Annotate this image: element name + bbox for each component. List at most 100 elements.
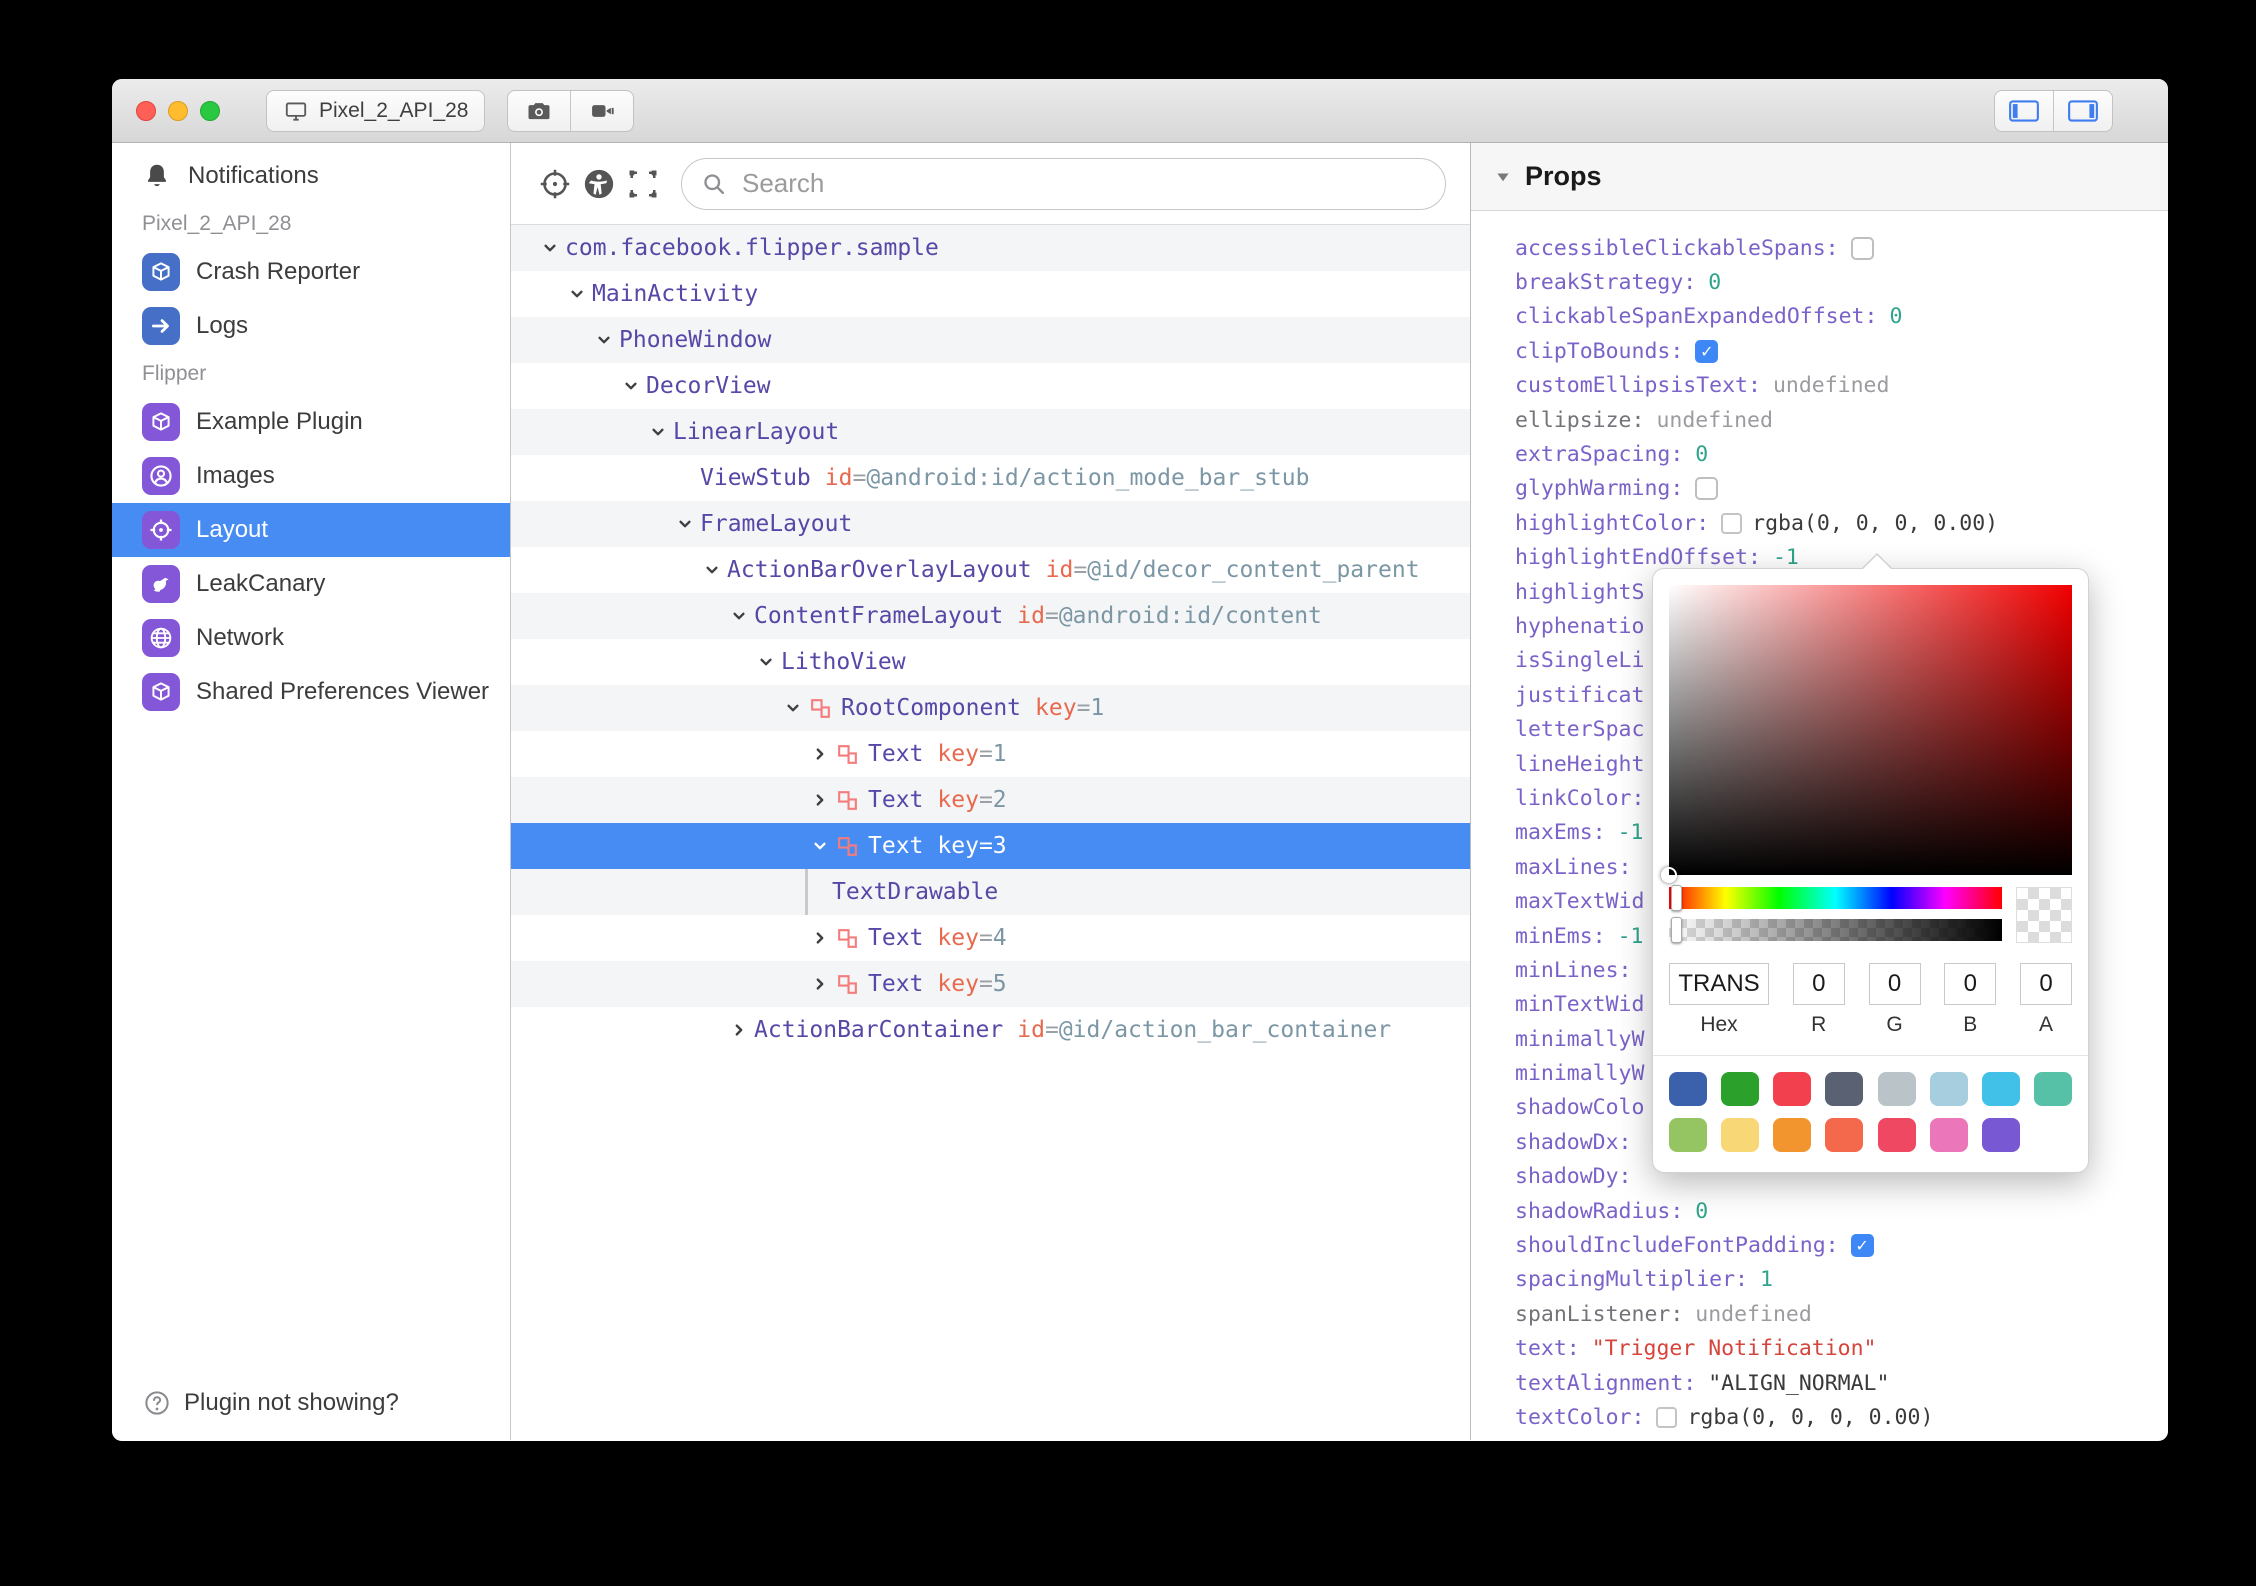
- accessibility-mode-button[interactable]: [577, 162, 621, 206]
- tree-row[interactable]: MainActivity: [511, 271, 1470, 317]
- chevron-down-icon[interactable]: [589, 329, 619, 351]
- color-swatch[interactable]: [1981, 1072, 2020, 1106]
- prop-checkbox[interactable]: ✓: [1695, 339, 1719, 363]
- chevron-right-icon[interactable]: [724, 1019, 754, 1041]
- toggle-right-sidebar-button[interactable]: [2053, 90, 2112, 131]
- color-swatch[interactable]: [1721, 1072, 1760, 1106]
- saturation-area[interactable]: [1661, 585, 2072, 883]
- color-swatch[interactable]: [1929, 1118, 1968, 1152]
- prop-color-swatch[interactable]: [1721, 512, 1743, 534]
- prop-name: textColor:: [1515, 1404, 1645, 1430]
- sidebar-item-leakcanary[interactable]: LeakCanary: [112, 557, 510, 611]
- tree-row[interactable]: ActionBarContainer id=@id/action_bar_cont…: [511, 1007, 1470, 1053]
- zoom-button[interactable]: [200, 100, 220, 121]
- green-input[interactable]: [1868, 963, 1921, 1005]
- tree-row[interactable]: Text key=3: [511, 823, 1470, 869]
- hue-slider[interactable]: [1669, 885, 2002, 911]
- sidebar-item-images[interactable]: Images: [112, 449, 510, 503]
- props-header[interactable]: Props: [1471, 143, 2168, 211]
- target-mode-button[interactable]: [533, 162, 577, 206]
- layout-toolbar: [511, 143, 1470, 225]
- tree-row[interactable]: RootComponent key=1: [511, 685, 1470, 731]
- alpha-slider-handle[interactable]: [1671, 917, 1682, 943]
- color-swatch[interactable]: [1721, 1118, 1760, 1152]
- saturation-cursor[interactable]: [1661, 867, 1677, 883]
- close-button[interactable]: [136, 100, 156, 121]
- color-swatch[interactable]: [1877, 1072, 1916, 1106]
- color-swatch[interactable]: [1773, 1072, 1812, 1106]
- chevron-down-icon[interactable]: [643, 421, 673, 443]
- tree-row[interactable]: com.facebook.flipper.sample: [511, 225, 1470, 271]
- prop-color-swatch[interactable]: [1656, 1406, 1678, 1428]
- chevron-down-icon[interactable]: [562, 283, 592, 305]
- chevron-down-icon[interactable]: [778, 697, 808, 719]
- color-picker-popup: Hex R G B A: [1652, 553, 2089, 1173]
- sidebar-item-logs[interactable]: Logs: [112, 299, 510, 353]
- alpha-input[interactable]: [2020, 963, 2072, 1005]
- tree-node-name: LinearLayout: [673, 419, 840, 445]
- prop-row: ellipsize: undefined: [1515, 403, 2152, 437]
- tree-row[interactable]: Text key=5: [511, 961, 1470, 1007]
- hex-input[interactable]: [1669, 963, 1769, 1005]
- panel-left-icon: [2008, 98, 2040, 124]
- device-selector-button[interactable]: Pixel_2_API_28: [266, 89, 486, 132]
- prop-checkbox[interactable]: [1850, 236, 1874, 260]
- chevron-right-icon[interactable]: [805, 789, 835, 811]
- tree-row[interactable]: ViewStub id=@android:id/action_mode_bar_s…: [511, 455, 1470, 501]
- tree-row[interactable]: FrameLayout: [511, 501, 1470, 547]
- hue-slider-handle[interactable]: [1671, 885, 1682, 911]
- chevron-down-icon[interactable]: [670, 513, 700, 535]
- tree-row[interactable]: PhoneWindow: [511, 317, 1470, 363]
- sidebar-item-layout[interactable]: Layout: [112, 503, 510, 557]
- sidebar-item-example-plugin[interactable]: Example Plugin: [112, 395, 510, 449]
- titlebar: Pixel_2_API_28: [112, 79, 2168, 143]
- screenshot-button[interactable]: [508, 91, 570, 131]
- color-swatch[interactable]: [1825, 1118, 1864, 1152]
- sidebar-item-crash-reporter[interactable]: Crash Reporter: [112, 245, 510, 299]
- chevron-down-icon[interactable]: [805, 835, 835, 857]
- chevron-right-icon[interactable]: [805, 927, 835, 949]
- tree-row[interactable]: Text key=4: [511, 915, 1470, 961]
- prop-checkbox[interactable]: ✓: [1850, 1234, 1874, 1258]
- color-swatch[interactable]: [1981, 1118, 2020, 1152]
- prop-name: shadowDx:: [1515, 1129, 1632, 1155]
- search-input[interactable]: [740, 167, 1427, 200]
- color-swatch[interactable]: [1669, 1072, 1707, 1106]
- color-swatch[interactable]: [1877, 1118, 1916, 1152]
- toggle-left-sidebar-button[interactable]: [1995, 91, 2053, 131]
- tree-row[interactable]: Text key=1: [511, 731, 1470, 777]
- chevron-down-icon[interactable]: [616, 375, 646, 397]
- color-swatch[interactable]: [1929, 1072, 1968, 1106]
- blue-input[interactable]: [1944, 963, 1997, 1005]
- chevron-down-icon[interactable]: [697, 559, 727, 581]
- tree-row[interactable]: DecorView: [511, 363, 1470, 409]
- plugin-not-showing-link[interactable]: Plugin not showing?: [142, 1388, 399, 1418]
- chevron-right-icon[interactable]: [805, 743, 835, 765]
- tree-row[interactable]: LinearLayout: [511, 409, 1470, 455]
- sidebar-item-notifications[interactable]: Notifications: [112, 149, 510, 203]
- prop-name: accessibleClickableSpans:: [1515, 235, 1839, 261]
- litho-component-icon: [835, 834, 860, 859]
- sidebar-item-network[interactable]: Network: [112, 611, 510, 665]
- color-swatch[interactable]: [1825, 1072, 1864, 1106]
- chevron-down-icon[interactable]: [751, 651, 781, 673]
- color-swatch[interactable]: [2033, 1072, 2072, 1106]
- minimize-button[interactable]: [168, 100, 188, 121]
- tree-row[interactable]: TextDrawable: [511, 869, 1470, 915]
- alpha-slider[interactable]: [1669, 917, 2002, 943]
- chevron-down-icon[interactable]: [724, 605, 754, 627]
- select-element-button[interactable]: [621, 162, 665, 206]
- color-swatch[interactable]: [1773, 1118, 1812, 1152]
- sidebar-item-shared-preferences-viewer[interactable]: Shared Preferences Viewer: [112, 665, 510, 719]
- chevron-down-icon[interactable]: [535, 237, 565, 259]
- screen-record-button[interactable]: [570, 90, 633, 131]
- red-input[interactable]: [1792, 963, 1845, 1005]
- prop-checkbox[interactable]: [1695, 477, 1719, 501]
- tree-row[interactable]: ActionBarOverlayLayout id=@id/decor_conte…: [511, 547, 1470, 593]
- color-swatch[interactable]: [1669, 1118, 1707, 1152]
- plugin-icon-tile: [142, 673, 180, 711]
- tree-row[interactable]: Text key=2: [511, 777, 1470, 823]
- tree-row[interactable]: LithoView: [511, 639, 1470, 685]
- chevron-right-icon[interactable]: [805, 973, 835, 995]
- tree-row[interactable]: ContentFrameLayout id=@android:id/content: [511, 593, 1470, 639]
